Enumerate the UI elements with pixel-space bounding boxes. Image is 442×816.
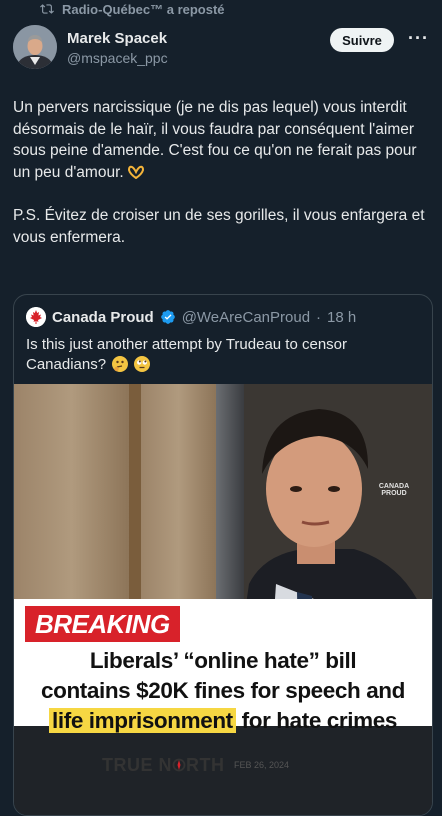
author-handle[interactable]: @mspacek_ppc bbox=[67, 50, 168, 66]
tweet-paragraph: Un pervers narcissique (je ne dis pas le… bbox=[13, 97, 433, 183]
breaking-badge: BREAKING bbox=[25, 606, 180, 642]
repost-label: Radio-Québec™ a reposté bbox=[62, 1, 225, 17]
compass-icon bbox=[172, 758, 186, 772]
thinking-face-emoji-icon bbox=[112, 356, 129, 372]
separator-dot: · bbox=[316, 308, 322, 326]
quoted-text-content: Is this just another attempt by Trudeau … bbox=[26, 336, 348, 373]
article-date: FEB 26, 2024 bbox=[234, 760, 290, 770]
headline-highlight: life imprisonment bbox=[49, 708, 236, 733]
repost-icon bbox=[40, 4, 54, 14]
headline-line-3-rest: for hate crimes bbox=[235, 708, 398, 733]
quoted-text: Is this just another attempt by Trudeau … bbox=[26, 335, 416, 375]
headline-line-1: Liberals’ “online hate” bill bbox=[89, 648, 357, 673]
quoted-timestamp[interactable]: 18 h bbox=[327, 309, 356, 326]
quoted-author-name[interactable]: Canada Proud bbox=[52, 309, 154, 326]
tweet-text: Un pervers narcissique (je ne dis pas le… bbox=[13, 97, 433, 270]
repost-indicator[interactable]: Radio-Québec™ a reposté bbox=[40, 0, 225, 18]
quoted-author-handle[interactable]: @WeAreCanProud bbox=[182, 309, 310, 326]
tweet-paragraph-2: P.S. Évitez de croiser un de ses gorille… bbox=[13, 207, 425, 246]
tweet-paragraph-1: Un pervers narcissique (je ne dis pas le… bbox=[13, 99, 417, 181]
more-options-icon[interactable]: ··· bbox=[408, 28, 429, 49]
quoted-tweet-header: Canada Proud @WeAreCanProud · 18 h bbox=[26, 307, 356, 327]
logo-text-left: TRUE N bbox=[102, 755, 172, 775]
author-photo bbox=[13, 25, 57, 69]
headline-line-3: life imprisonment for hate crimes bbox=[14, 708, 432, 734]
avatar[interactable] bbox=[13, 25, 57, 69]
quoted-tweet[interactable]: Canada Proud @WeAreCanProud · 18 h Is th… bbox=[13, 294, 433, 816]
follow-button[interactable]: Suivre bbox=[330, 28, 394, 52]
author-name[interactable]: Marek Spacek bbox=[67, 30, 167, 47]
heart-hands-emoji-icon bbox=[128, 165, 144, 179]
eye-roll-emoji-icon bbox=[134, 356, 151, 372]
true-north-logo: TRUE N RTH bbox=[102, 755, 225, 776]
headline-line-2: contains $20K fines for speech and bbox=[40, 678, 405, 703]
logo-text-right: RTH bbox=[186, 755, 225, 775]
maple-leaf-icon bbox=[26, 307, 46, 327]
verified-badge-icon bbox=[160, 310, 175, 324]
watermark: CANADA PROUD bbox=[378, 483, 410, 497]
quoted-avatar[interactable] bbox=[26, 307, 46, 327]
